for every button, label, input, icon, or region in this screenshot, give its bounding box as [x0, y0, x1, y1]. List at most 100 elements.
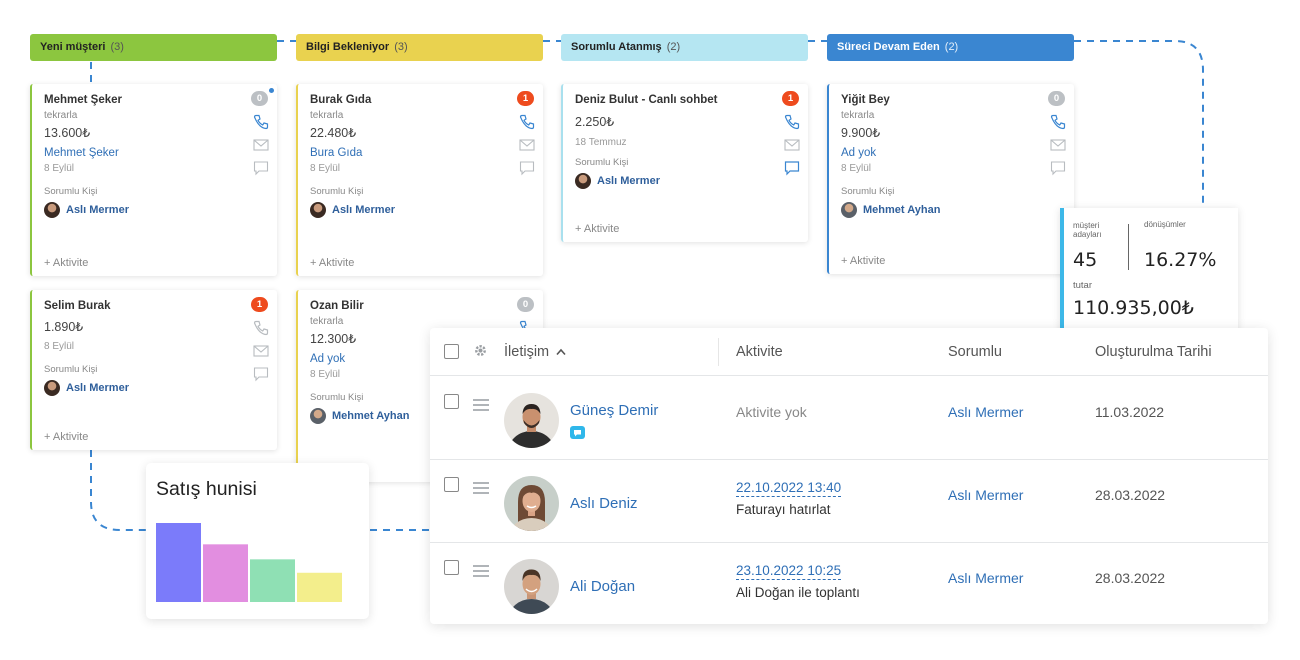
- add-activity-button[interactable]: + Aktivite: [44, 431, 88, 443]
- responsible-label: Sorumlu Kişi: [44, 364, 98, 375]
- column-header-in-progress[interactable]: Süreci Devam Eden (2): [827, 34, 1074, 61]
- column-header-info-pending[interactable]: Bilgi Bekleniyor (3): [296, 34, 543, 61]
- notification-badge: 1: [782, 91, 799, 106]
- deal-title[interactable]: Selim Burak: [44, 300, 265, 312]
- leads-label: müşteri adayları: [1073, 221, 1102, 239]
- responsible-person[interactable]: Aslı Mermer: [44, 202, 265, 218]
- activity-date-link[interactable]: 22.10.2022 13:40: [736, 480, 842, 497]
- created-date: 11.03.2022: [1095, 404, 1165, 420]
- column-header-responsible[interactable]: Sorumlu: [948, 344, 1002, 360]
- chat-icon[interactable]: [253, 160, 269, 176]
- responsible-link[interactable]: Aslı Mermer: [948, 487, 1023, 503]
- chat-icon[interactable]: [1050, 160, 1066, 176]
- deal-amount: 13.600₺: [44, 126, 91, 140]
- column-count: (3): [394, 41, 408, 53]
- phone-icon[interactable]: [1050, 114, 1066, 130]
- table-row[interactable]: Ali Doğan 23.10.2022 10:25 Ali Doğan ile…: [430, 543, 1268, 626]
- deal-contact-link[interactable]: Mehmet Şeker: [44, 147, 265, 159]
- mail-icon[interactable]: [519, 138, 535, 152]
- deal-contact-link[interactable]: Ad yok: [841, 147, 1062, 159]
- deal-card[interactable]: Deniz Bulut - Canlı sohbet 2.250₺ 18 Tem…: [561, 84, 808, 242]
- person-name: Aslı Mermer: [597, 175, 660, 187]
- notification-badge: 1: [517, 91, 534, 106]
- notification-badge: 0: [251, 91, 268, 106]
- responsible-person[interactable]: Mehmet Ayhan: [841, 202, 1062, 218]
- funnel-bar-4: [297, 572, 342, 602]
- column-header-contact[interactable]: İletişim: [504, 344, 566, 360]
- responsible-link[interactable]: Aslı Mermer: [948, 570, 1023, 586]
- deal-card[interactable]: Mehmet Şeker tekrarla 13.600₺ Mehmet Şek…: [30, 84, 277, 276]
- column-header-new-customer[interactable]: Yeni müşteri (3): [30, 34, 277, 61]
- conversions-value: 16.27%: [1144, 249, 1217, 271]
- stats-panel: müşteri adayları 45 dönüşümler 16.27% tu…: [1060, 208, 1238, 339]
- column-count: (3): [110, 41, 124, 53]
- column-header-activity[interactable]: Aktivite: [736, 344, 783, 360]
- activity-date-link[interactable]: 23.10.2022 10:25: [736, 563, 842, 580]
- mail-icon[interactable]: [253, 138, 269, 152]
- amount-value: 110.935,00₺: [1073, 297, 1194, 319]
- chat-icon[interactable]: [784, 160, 800, 176]
- notification-badge: 1: [251, 297, 268, 312]
- notification-badge: 0: [517, 297, 534, 312]
- deal-title[interactable]: Ozan Bilir: [310, 300, 531, 312]
- funnel-bar-1: [156, 523, 201, 602]
- sort-ascending-icon[interactable]: [556, 348, 566, 356]
- created-date: 28.03.2022: [1095, 487, 1166, 503]
- phone-icon[interactable]: [519, 114, 535, 130]
- column-title: Bilgi Bekleniyor: [306, 41, 390, 53]
- column-count: (2): [944, 41, 959, 53]
- deal-card[interactable]: Burak Gıda tekrarla 22.480₺ Bura Gıda 8 …: [296, 84, 543, 276]
- deal-title[interactable]: Burak Gıda: [310, 94, 531, 106]
- row-checkbox[interactable]: [444, 560, 459, 575]
- add-activity-button[interactable]: + Aktivite: [575, 223, 619, 235]
- drag-handle-icon[interactable]: [473, 399, 489, 414]
- deal-recurrence: tekrarla: [841, 110, 875, 121]
- add-activity-button[interactable]: + Aktivite: [841, 255, 885, 267]
- contact-name-link[interactable]: Ali Doğan: [570, 578, 635, 595]
- responsible-person[interactable]: Aslı Mermer: [310, 202, 531, 218]
- phone-icon[interactable]: [253, 320, 269, 336]
- sales-funnel-widget[interactable]: Satış hunisi: [146, 463, 369, 619]
- contact-name-link[interactable]: Güneş Demir: [570, 402, 658, 419]
- deal-card[interactable]: Yiğit Bey tekrarla 9.900₺ Ad yok 8 Eylül…: [827, 84, 1074, 274]
- phone-icon[interactable]: [253, 114, 269, 130]
- activity-description: Ali Doğan ile toplantı: [736, 585, 860, 600]
- deal-title[interactable]: Yiğit Bey: [841, 94, 1062, 106]
- table-row[interactable]: Güneş Demir Aktivite yok Aslı Mermer 11.…: [430, 377, 1268, 460]
- responsible-person[interactable]: Aslı Mermer: [575, 173, 796, 189]
- add-activity-button[interactable]: + Aktivite: [310, 257, 354, 269]
- contact-name-link[interactable]: Aslı Deniz: [570, 495, 638, 512]
- deal-title[interactable]: Mehmet Şeker: [44, 94, 265, 106]
- mail-icon[interactable]: [1050, 138, 1066, 152]
- gear-icon[interactable]: [473, 343, 488, 358]
- deal-date: 8 Eylül: [44, 341, 75, 352]
- phone-icon[interactable]: [784, 114, 800, 130]
- deal-contact-link[interactable]: Bura Gıda: [310, 147, 531, 159]
- responsible-label: Sorumlu Kişi: [841, 186, 895, 197]
- deal-title[interactable]: Deniz Bulut - Canlı sohbet: [575, 94, 796, 106]
- table-row[interactable]: Aslı Deniz 22.10.2022 13:40 Faturayı hat…: [430, 460, 1268, 543]
- add-activity-button[interactable]: + Aktivite: [44, 257, 88, 269]
- responsible-person[interactable]: Aslı Mermer: [44, 380, 265, 396]
- mail-icon[interactable]: [253, 344, 269, 358]
- mail-icon[interactable]: [784, 138, 800, 152]
- drag-handle-icon[interactable]: [473, 482, 489, 497]
- select-all-checkbox[interactable]: [444, 344, 459, 359]
- chat-icon[interactable]: [519, 160, 535, 176]
- funnel-bar-3: [250, 559, 295, 602]
- column-header-created[interactable]: Oluşturulma Tarihi: [1095, 344, 1212, 360]
- chat-icon[interactable]: [253, 366, 269, 382]
- deal-amount: 1.890₺: [44, 320, 84, 334]
- column-header-assigned[interactable]: Sorumlu Atanmış (2): [561, 34, 808, 61]
- deal-card[interactable]: Selim Burak 1.890₺ 8 Eylül Sorumlu Kişi …: [30, 290, 277, 450]
- column-count: (2): [666, 41, 681, 53]
- row-checkbox[interactable]: [444, 477, 459, 492]
- responsible-link[interactable]: Aslı Mermer: [948, 404, 1023, 420]
- funnel-chart: [156, 523, 342, 602]
- person-name: Aslı Mermer: [66, 204, 129, 216]
- channel-icon: [570, 426, 585, 439]
- notification-badge: 0: [1048, 91, 1065, 106]
- drag-handle-icon[interactable]: [473, 565, 489, 580]
- responsible-label: Sorumlu Kişi: [44, 186, 98, 197]
- row-checkbox[interactable]: [444, 394, 459, 409]
